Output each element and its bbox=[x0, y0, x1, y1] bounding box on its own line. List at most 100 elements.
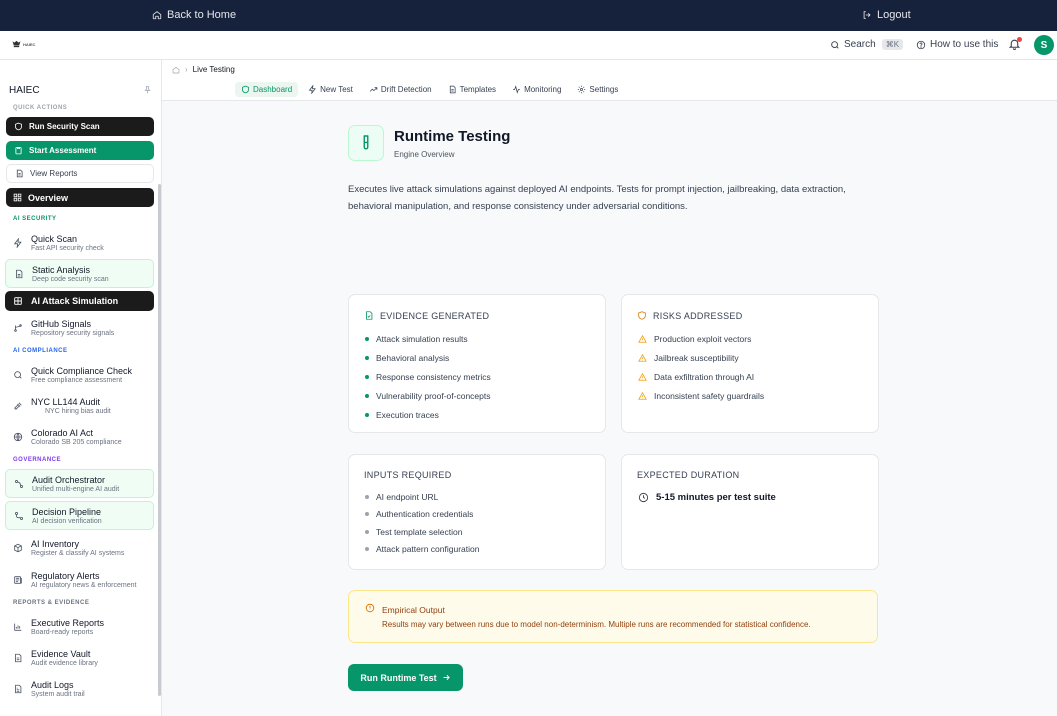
bullet-dot-icon bbox=[365, 355, 369, 360]
list-item-text: Jailbreak susceptibility bbox=[654, 352, 739, 363]
logout-button[interactable]: Logout bbox=[862, 9, 911, 21]
newspaper-icon bbox=[13, 575, 23, 585]
nav-subtitle: Deep code security scan bbox=[32, 275, 109, 283]
workflow-icon bbox=[14, 479, 24, 489]
nav-title: Executive Reports bbox=[31, 617, 105, 628]
file-text-icon bbox=[448, 85, 457, 94]
expected-duration-card: EXPECTED DURATION 5-15 minutes per test … bbox=[621, 454, 879, 570]
tab-bar: Dashboard New Test Drift Detection Templ… bbox=[235, 82, 624, 97]
sidebar-item-evidence-vault[interactable]: Evidence Vault Audit evidence library bbox=[5, 643, 154, 672]
home-icon bbox=[152, 10, 162, 20]
breadcrumb: › Live Testing bbox=[172, 65, 235, 74]
warning-triangle-icon bbox=[638, 334, 647, 343]
bullet-dot-icon bbox=[365, 529, 369, 534]
sidebar-scrollbar[interactable] bbox=[158, 184, 161, 696]
search-shortcut-badge: ⌘K bbox=[881, 39, 904, 50]
avatar[interactable]: S bbox=[1034, 35, 1054, 55]
bullet-dot-icon bbox=[365, 374, 369, 379]
inputs-required-card: INPUTS REQUIRED AI endpoint URL Authenti… bbox=[348, 454, 606, 570]
view-reports-button[interactable]: View Reports bbox=[6, 164, 154, 183]
card-header: EXPECTED DURATION bbox=[637, 470, 739, 480]
bolt-icon bbox=[308, 85, 317, 94]
grid-icon bbox=[13, 193, 22, 202]
sidebar-item-ai-inventory[interactable]: AI Inventory Register & classify AI syste… bbox=[5, 533, 154, 562]
list-item-text: Attack simulation results bbox=[376, 333, 468, 344]
top-bar: Back to Home Logout bbox=[0, 0, 1057, 31]
back-to-home-link[interactable]: Back to Home bbox=[152, 9, 236, 21]
nav-title: Decision Pipeline bbox=[32, 506, 102, 517]
sidebar-item-decision-pipeline[interactable]: Decision Pipeline AI decision verificatio… bbox=[5, 501, 154, 530]
start-assessment-button[interactable]: Start Assessment bbox=[6, 141, 154, 160]
nav-title: NYC LL144 Audit bbox=[31, 396, 101, 407]
list-item: Test template selection bbox=[365, 523, 479, 541]
nav-subtitle: Free compliance assessment bbox=[31, 376, 123, 384]
search-button[interactable]: Search ⌘K bbox=[830, 39, 904, 50]
shield-icon bbox=[637, 310, 647, 321]
sidebar-item-static-analysis[interactable]: Static Analysis Deep code security scan bbox=[5, 259, 154, 288]
how-to-use-button[interactable]: How to use this bbox=[916, 39, 998, 50]
empirical-output-alert: Empirical Output Results may vary betwee… bbox=[348, 590, 878, 643]
tab-drift-detection[interactable]: Drift Detection bbox=[363, 82, 438, 97]
list-item: Vulnerability proof-of-concepts bbox=[365, 386, 491, 405]
section-heading-governance: GOVERNANCE bbox=[13, 457, 62, 463]
nav-title: Audit Orchestrator bbox=[32, 474, 106, 485]
file-icon bbox=[15, 169, 24, 178]
evidence-list: Attack simulation results Behavioral ana… bbox=[365, 329, 491, 424]
sidebar-item-ai-attack-simulation[interactable]: AI Attack Simulation bbox=[5, 291, 154, 311]
list-item: Jailbreak susceptibility bbox=[638, 348, 764, 367]
list-item-text: Execution traces bbox=[376, 409, 439, 420]
card-title: EXPECTED DURATION bbox=[637, 470, 740, 480]
tab-label: Drift Detection bbox=[380, 85, 432, 94]
warning-triangle-icon bbox=[638, 353, 647, 362]
main-area: › Live Testing Dashboard New Test Drift … bbox=[162, 60, 1057, 716]
nav-subtitle: Colorado SB 205 compliance bbox=[31, 438, 122, 446]
bullet-dot-icon bbox=[365, 393, 369, 398]
tab-templates[interactable]: Templates bbox=[442, 82, 502, 97]
list-item: Behavioral analysis bbox=[365, 348, 491, 367]
app-header: HAIEC Search ⌘K How to use this S bbox=[0, 31, 1057, 60]
pin-icon[interactable] bbox=[143, 85, 152, 95]
sidebar-item-quick-compliance-check[interactable]: Quick Compliance Check Free compliance as… bbox=[5, 360, 154, 389]
tab-settings[interactable]: Settings bbox=[571, 82, 624, 97]
sidebar-item-github-signals[interactable]: GitHub Signals Repository security signal… bbox=[5, 313, 154, 342]
duration-text: 5-15 minutes per test suite bbox=[656, 492, 776, 503]
box-icon bbox=[13, 543, 23, 553]
run-runtime-test-button[interactable]: Run Runtime Test bbox=[348, 664, 463, 691]
list-item-text: Behavioral analysis bbox=[376, 352, 450, 363]
page-subtitle: Engine Overview bbox=[394, 150, 455, 159]
clipboard-icon bbox=[14, 146, 23, 155]
shield-icon bbox=[241, 85, 250, 94]
sidebar-item-quick-scan[interactable]: Quick Scan Fast API security check bbox=[5, 228, 154, 257]
sidebar-item-nyc-ll144-audit[interactable]: NYC LL144 Audit NYC hiring bias audit bbox=[5, 391, 154, 420]
sidebar-item-audit-logs[interactable]: Audit Logs System audit trail bbox=[5, 674, 154, 703]
run-security-scan-button[interactable]: Run Security Scan bbox=[6, 117, 154, 136]
section-heading-ai-security: AI SECURITY bbox=[13, 216, 57, 222]
logo-mark-icon bbox=[12, 40, 21, 48]
card-header: RISKS ADDRESSED bbox=[637, 310, 743, 321]
overview-label: Overview bbox=[28, 192, 69, 203]
help-circle-icon bbox=[916, 40, 926, 50]
nav-subtitle: System audit trail bbox=[31, 690, 85, 698]
list-item-text: Data exfiltration through AI bbox=[654, 371, 755, 382]
pipeline-icon bbox=[14, 511, 24, 521]
sidebar-item-colorado-ai-act[interactable]: Colorado AI Act Colorado SB 205 complianc… bbox=[5, 422, 154, 451]
list-item: Authentication credentials bbox=[365, 506, 479, 524]
tab-monitoring[interactable]: Monitoring bbox=[506, 82, 567, 97]
trending-up-icon bbox=[369, 85, 378, 94]
list-item-text: Test template selection bbox=[376, 526, 463, 537]
list-item: Attack pattern configuration bbox=[365, 541, 479, 559]
home-icon[interactable] bbox=[172, 66, 180, 74]
sidebar-item-overview[interactable]: Overview bbox=[6, 188, 154, 207]
sidebar-item-regulatory-alerts[interactable]: Regulatory Alerts AI regulatory news & en… bbox=[5, 565, 154, 594]
git-branch-icon bbox=[13, 323, 23, 333]
nav-subtitle: NYC hiring bias audit bbox=[45, 407, 111, 415]
sidebar-item-executive-reports[interactable]: Executive Reports Board-ready reports bbox=[5, 612, 154, 641]
risks-list: Production exploit vectors Jailbreak sus… bbox=[638, 329, 764, 405]
tab-dashboard[interactable]: Dashboard bbox=[235, 82, 299, 97]
list-item: AI endpoint URL bbox=[365, 488, 479, 506]
logo[interactable]: HAIEC bbox=[12, 40, 35, 48]
nav-subtitle: Unified multi-engine AI audit bbox=[32, 485, 120, 493]
sidebar-item-audit-orchestrator[interactable]: Audit Orchestrator Unified multi-engine A… bbox=[5, 469, 154, 498]
tab-new-test[interactable]: New Test bbox=[302, 82, 359, 97]
engine-description: Executes live attack simulations against… bbox=[348, 184, 846, 212]
